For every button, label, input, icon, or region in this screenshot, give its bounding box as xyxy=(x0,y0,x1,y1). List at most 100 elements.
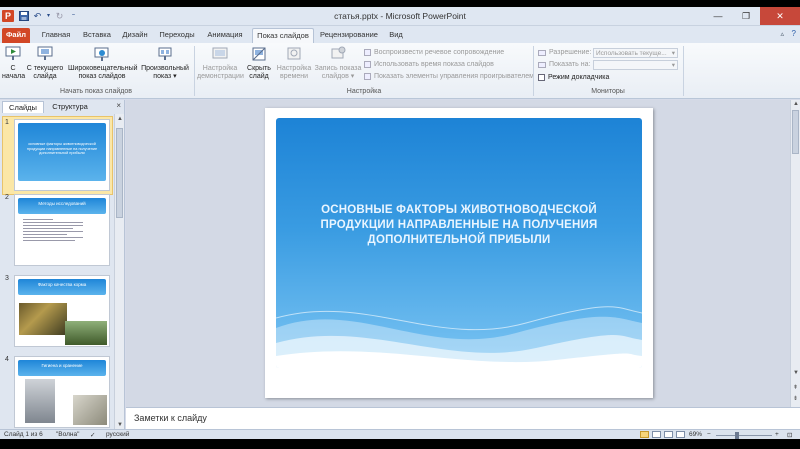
slide-scrollbar[interactable]: ▲ ▼ ⇞ ⇟ xyxy=(790,100,800,407)
previous-slide-icon[interactable]: ⇞ xyxy=(793,384,798,391)
window-controls: — ❐ ✕ xyxy=(704,7,800,25)
custom-slideshow-button[interactable]: Произвольный показ ▾ xyxy=(140,45,190,81)
use-timings-checkbox[interactable]: Использовать время показа слайдов xyxy=(364,61,494,68)
slide-thumbnail-2[interactable]: Методы исследований xyxy=(14,194,110,266)
tab-review[interactable]: Рецензирование xyxy=(318,28,380,43)
slide-thumbnail-1[interactable]: основные факторы животноводческой продук… xyxy=(14,119,110,191)
monitors-group-label: Мониторы xyxy=(591,88,625,95)
slide-editing-area: ОСНОВНЫЕ ФАКТОРЫ ЖИВОТНОВОДЧЕСКОЙ ПРОДУК… xyxy=(126,100,790,407)
close-button[interactable]: ✕ xyxy=(760,7,800,25)
zoom-in-icon[interactable]: + xyxy=(775,431,779,438)
notes-placeholder[interactable]: Заметки к слайду xyxy=(134,413,207,423)
monitor-icon xyxy=(538,49,546,56)
tab-view[interactable]: Вид xyxy=(386,28,406,43)
restore-button[interactable]: ❐ xyxy=(732,7,760,25)
projector-icon xyxy=(5,46,21,60)
scroll-up-icon[interactable]: ▲ xyxy=(793,101,799,107)
slide-thumbnails: 1 основные факторы животноводческой прод… xyxy=(0,114,113,430)
tab-file[interactable]: Файл xyxy=(2,28,30,43)
tab-design[interactable]: Дизайн xyxy=(119,28,151,43)
slide-counter: Слайд 1 из 6 xyxy=(4,431,43,438)
normal-view-icon[interactable] xyxy=(640,431,649,438)
scroll-down-icon[interactable]: ▼ xyxy=(793,370,799,376)
slide-thumbnail-3[interactable]: Фактор качества корма xyxy=(14,275,110,347)
slide-number: 2 xyxy=(5,194,9,201)
current-slide[interactable]: ОСНОВНЫЕ ФАКТОРЫ ЖИВОТНОВОДЧЕСКОЙ ПРОДУК… xyxy=(265,108,653,398)
slide-thumbnail-4[interactable]: Гигиена и хранение xyxy=(14,356,110,428)
tab-slideshow[interactable]: Показ слайдов xyxy=(252,28,314,43)
scroll-down-icon[interactable]: ▼ xyxy=(117,422,123,428)
slideshow-view-icon[interactable] xyxy=(676,431,685,438)
hide-slide-button[interactable]: Скрыть слайд xyxy=(246,45,272,81)
broadcast-icon xyxy=(94,47,109,61)
zoom-level[interactable]: 69% xyxy=(689,431,702,438)
notes-pane[interactable]: Заметки к слайду xyxy=(126,407,800,429)
minimize-button[interactable]: — xyxy=(704,7,732,25)
scroll-up-icon[interactable]: ▲ xyxy=(117,116,123,122)
storage-photo xyxy=(73,395,107,425)
ribbon-tabs: Файл Главная Вставка Дизайн Переходы Ани… xyxy=(0,26,800,43)
checkbox-box xyxy=(364,49,371,56)
next-slide-icon[interactable]: ⇟ xyxy=(793,395,798,402)
checkbox-box xyxy=(364,73,371,80)
broadcast-slideshow-button[interactable]: Широковещательный показ слайдов xyxy=(68,45,138,81)
fit-to-window-icon[interactable]: ⊡ xyxy=(787,431,792,439)
hide-slide-icon xyxy=(252,47,266,61)
checkbox-label: Показать элементы управления проигрывате… xyxy=(374,73,534,80)
tab-outline[interactable]: Структура xyxy=(48,101,92,113)
group-divider xyxy=(194,46,195,96)
checkbox-label: Режим докладчика xyxy=(548,74,610,81)
slide-title[interactable]: ОСНОВНЫЕ ФАКТОРЫ ЖИВОТНОВОДЧЕСКОЙ ПРОДУК… xyxy=(306,203,612,248)
spellcheck-icon[interactable]: ✓ xyxy=(90,431,95,439)
custom-show-icon xyxy=(158,47,172,60)
record-icon xyxy=(331,46,346,59)
ribbon: С начала С текущего слайда Широковещател… xyxy=(0,43,800,99)
resolution-dropdown[interactable]: Использовать текуще... ▾ xyxy=(593,48,678,58)
rehearse-timings-button[interactable]: Настройка времени xyxy=(276,45,312,81)
theme-name: "Волна" xyxy=(56,431,80,438)
reading-view-icon[interactable] xyxy=(664,431,673,438)
slides-panel: Слайды Структура × 1 основные факторы жи… xyxy=(0,100,125,430)
setup-group-label: Настройка xyxy=(346,88,382,95)
tab-insert[interactable]: Вставка xyxy=(80,28,114,43)
show-media-controls-checkbox[interactable]: Показать элементы управления проигрывате… xyxy=(364,73,534,80)
help-icon[interactable]: ? xyxy=(792,29,796,38)
tab-transitions[interactable]: Переходы xyxy=(157,28,197,43)
slide-number: 1 xyxy=(5,119,9,126)
show-on-dropdown[interactable]: ▾ xyxy=(593,60,678,70)
from-beginning-button[interactable]: С начала xyxy=(2,45,25,81)
from-current-slide-button[interactable]: С текущего слайда xyxy=(26,45,64,81)
setup-slideshow-button[interactable]: Настройка демонстрации xyxy=(197,45,244,81)
tab-slides[interactable]: Слайды xyxy=(2,101,44,113)
slide-number: 3 xyxy=(5,275,9,282)
hay-photo xyxy=(19,303,67,335)
thumbnail-text-lines xyxy=(23,219,83,243)
zoom-slider-handle[interactable] xyxy=(735,432,739,439)
presenter-view-checkbox[interactable]: Режим докладчика xyxy=(538,74,609,81)
close-icon[interactable]: × xyxy=(116,101,121,110)
group-divider xyxy=(683,46,684,96)
start-slideshow-group-label: Начать показ слайдов xyxy=(60,88,132,95)
language-indicator[interactable]: русский xyxy=(106,431,129,438)
checkbox-box xyxy=(538,74,545,81)
zoom-out-icon[interactable]: − xyxy=(707,431,711,438)
chevron-down-icon: ▾ xyxy=(671,62,675,69)
show-on-label: Показать на: xyxy=(538,61,590,68)
panel-tabs: Слайды Структура × xyxy=(0,100,125,113)
minimize-ribbon-icon[interactable]: ▵ xyxy=(780,30,784,38)
play-narrations-checkbox[interactable]: Воспроизвести речевое сопровождение xyxy=(364,49,504,56)
thumbnail-title: Методы исследований xyxy=(38,201,86,206)
thumbnails-scrollbar[interactable]: ▲ ▼ xyxy=(114,114,124,430)
zoom-slider[interactable] xyxy=(716,435,772,436)
scrollbar-thumb[interactable] xyxy=(792,110,799,154)
cows-photo xyxy=(65,321,107,345)
resolution-label: Разрешение: xyxy=(538,49,591,56)
tab-home[interactable]: Главная xyxy=(38,28,74,43)
monitor-icon xyxy=(538,61,546,68)
tab-animation[interactable]: Анимация xyxy=(204,28,246,43)
scrollbar-thumb[interactable] xyxy=(116,128,123,218)
title-bar: P ↶ ▾ ↻ ⁼ статья.pptx - Microsoft PowerP… xyxy=(0,7,800,26)
checkbox-label: Использовать время показа слайдов xyxy=(374,61,494,68)
record-slideshow-button[interactable]: Запись показа слайдов ▾ xyxy=(313,45,363,81)
slide-sorter-icon[interactable] xyxy=(652,431,661,438)
